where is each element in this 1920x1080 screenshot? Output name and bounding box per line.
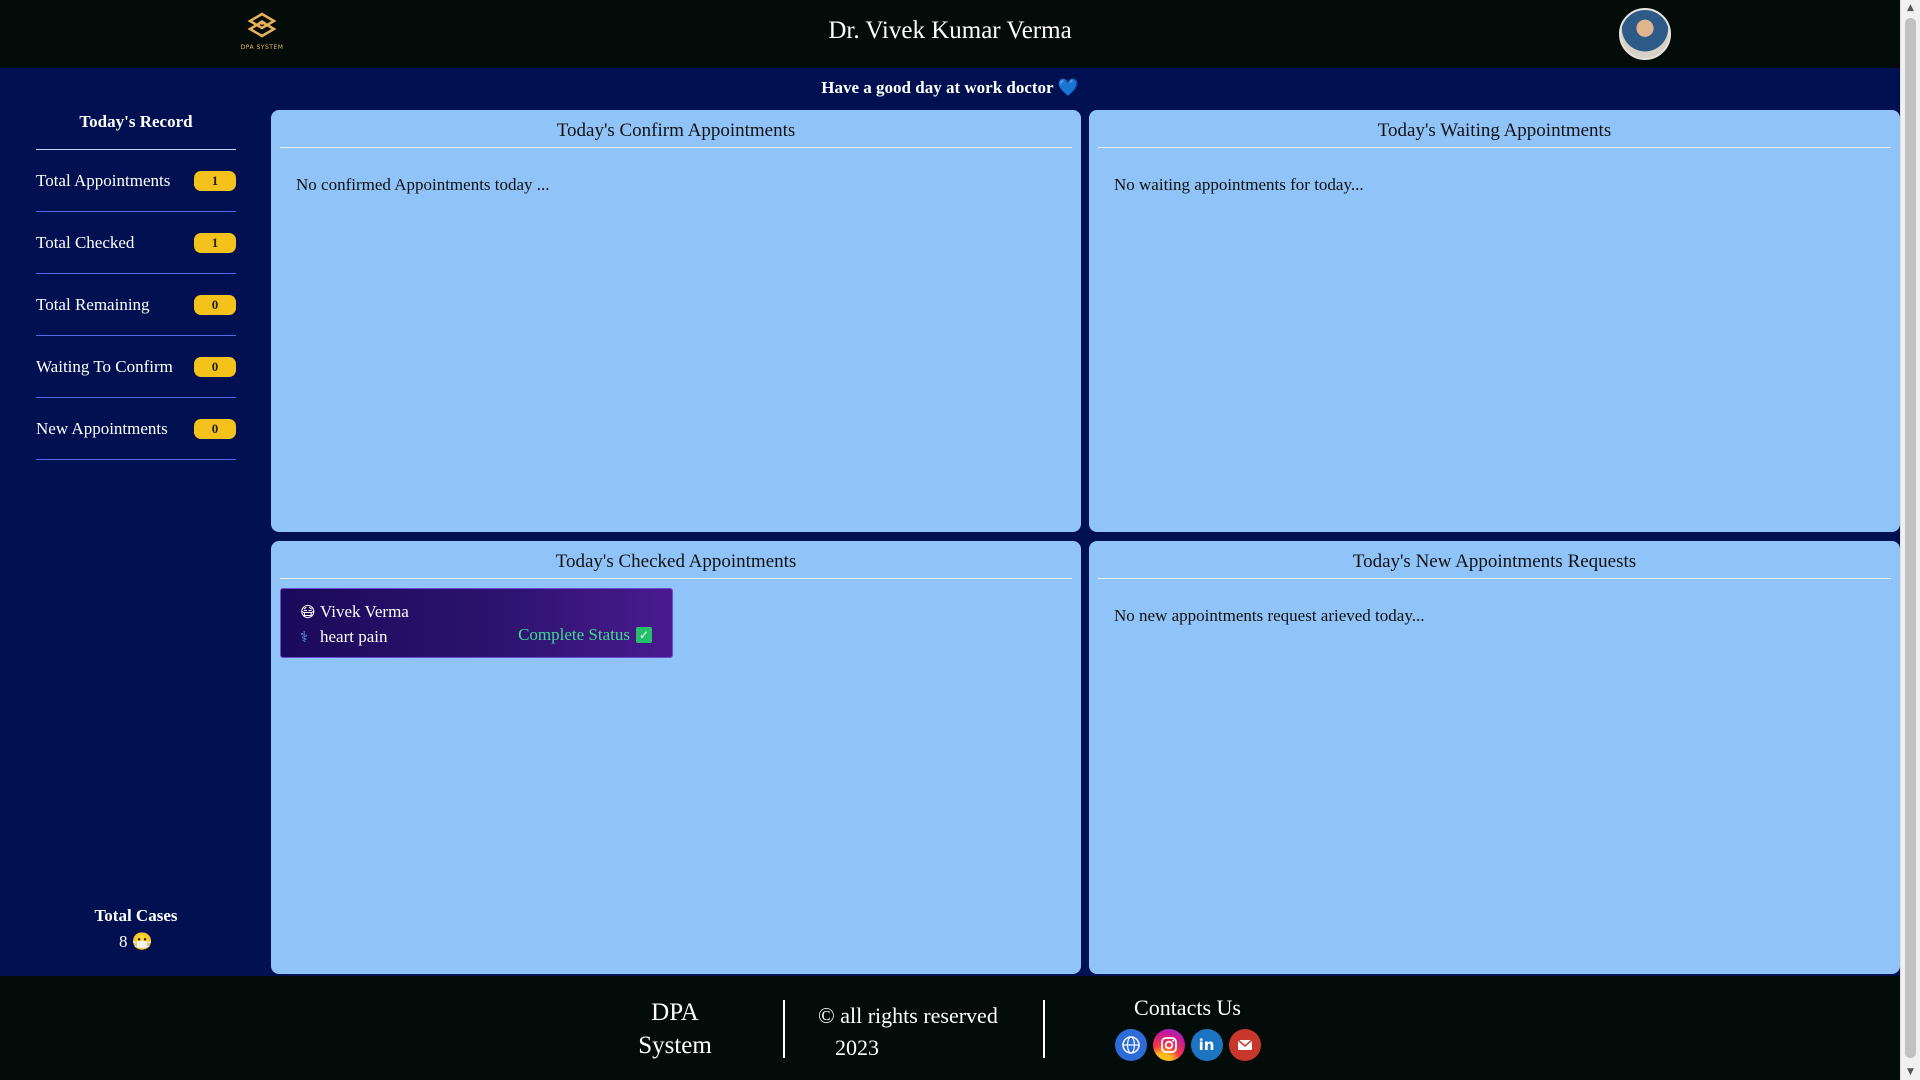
empty-message: No waiting appointments for today... <box>1114 175 1364 194</box>
complete-status: Complete Status ✓ <box>518 625 652 645</box>
page-scrollbar[interactable]: ▲ ▼ <box>1900 0 1920 1080</box>
stat-badge: 0 <box>194 418 236 439</box>
stat-new-appointments: New Appointments 0 <box>36 398 236 460</box>
mail-icon[interactable] <box>1228 1029 1261 1061</box>
stat-total-appointments: Total Appointments 1 <box>36 150 236 212</box>
greeting-text: Have a good day at work doctor <box>821 78 1054 97</box>
scroll-down-arrow-icon[interactable]: ▼ <box>1901 1064 1920 1080</box>
waiting-appointments-panel: Today's Waiting Appointments No waiting … <box>1089 110 1900 532</box>
sidebar-today-record: Today's Record Total Appointments 1 Tota… <box>36 110 236 460</box>
contacts-title: Contacts Us <box>1134 995 1241 1020</box>
stat-label: Waiting To Confirm <box>36 356 173 376</box>
panel-title: Today's New Appointments Requests <box>1098 541 1891 579</box>
footer-divider <box>783 1000 785 1058</box>
page-footer: DPA System © all rights reserved 2023 Co… <box>0 976 1900 1080</box>
panel-title: Today's Confirm Appointments <box>280 110 1072 148</box>
mask-face-icon: 😷 <box>131 932 153 951</box>
patient-name: Vivek Verma <box>320 601 409 621</box>
status-label: Complete Status <box>518 625 630 644</box>
total-cases: Total Cases 8 😷 <box>36 906 236 952</box>
patient-row: 😷 Vivek Verma <box>300 599 672 624</box>
stat-total-checked: Total Checked 1 <box>36 212 236 274</box>
social-links: in <box>1100 1029 1275 1061</box>
stat-badge: 1 <box>194 170 236 191</box>
logo-text: DPA SYSTEM <box>240 44 284 51</box>
stat-label: Total Appointments <box>36 170 171 190</box>
mask-face-icon: 😷 <box>300 602 316 621</box>
stat-waiting-to-confirm: Waiting To Confirm 0 <box>36 336 236 398</box>
stat-label: Total Remaining <box>36 294 150 314</box>
footer-brand-line2: System <box>638 1032 712 1059</box>
total-cases-label: Total Cases <box>94 906 178 925</box>
empty-message: No confirmed Appointments today ... <box>296 175 550 194</box>
top-header: DPA SYSTEM Dr. Vivek Kumar Verma <box>0 0 1900 68</box>
scroll-up-arrow-icon[interactable]: ▲ <box>1901 0 1920 16</box>
total-cases-value-row: 8 😷 <box>36 932 236 952</box>
instagram-icon[interactable] <box>1152 1029 1185 1061</box>
panel-title: Today's Waiting Appointments <box>1098 110 1891 148</box>
footer-brand-line1: DPA <box>651 999 699 1026</box>
stat-label: New Appointments <box>36 418 168 438</box>
stat-badge: 1 <box>194 232 236 253</box>
copyright-year: 2023 <box>835 1035 879 1060</box>
appointment-card[interactable]: 😷 Vivek Verma ⚕ heart pain Complete Stat… <box>280 588 673 658</box>
footer-divider <box>1043 1000 1045 1058</box>
sidebar-title: Today's Record <box>36 110 236 150</box>
greeting-message: Have a good day at work doctor 💙 <box>0 78 1900 98</box>
stat-total-remaining: Total Remaining 0 <box>36 274 236 336</box>
stat-label: Total Checked <box>36 232 135 252</box>
heart-icon: 💙 <box>1057 78 1079 97</box>
confirm-appointments-panel: Today's Confirm Appointments No confirme… <box>271 110 1081 532</box>
linkedin-icon[interactable]: in <box>1190 1029 1223 1061</box>
footer-contacts: Contacts Us in <box>1100 995 1275 1061</box>
doctor-name: Dr. Vivek Kumar Verma <box>828 17 1072 44</box>
new-appointment-requests-panel: Today's New Appointments Requests No new… <box>1089 541 1900 974</box>
medical-icon: ⚕ <box>300 627 309 646</box>
web-icon[interactable] <box>1114 1029 1147 1061</box>
footer-copyright: © all rights reserved 2023 <box>818 1000 998 1064</box>
panel-title: Today's Checked Appointments <box>280 541 1072 579</box>
total-cases-value: 8 <box>119 932 128 951</box>
empty-message: No new appointments request arieved toda… <box>1114 606 1425 625</box>
copyright-text: © all rights reserved <box>818 1003 998 1028</box>
avatar[interactable] <box>1619 8 1671 60</box>
check-mark-icon: ✓ <box>636 627 652 643</box>
stat-badge: 0 <box>194 356 236 377</box>
footer-brand: DPA System <box>630 996 720 1062</box>
stat-badge: 0 <box>194 294 236 315</box>
checked-appointments-panel: Today's Checked Appointments 😷 Vivek Ver… <box>271 541 1081 974</box>
scroll-thumb[interactable] <box>1905 18 1916 1058</box>
patient-problem: heart pain <box>320 626 388 646</box>
